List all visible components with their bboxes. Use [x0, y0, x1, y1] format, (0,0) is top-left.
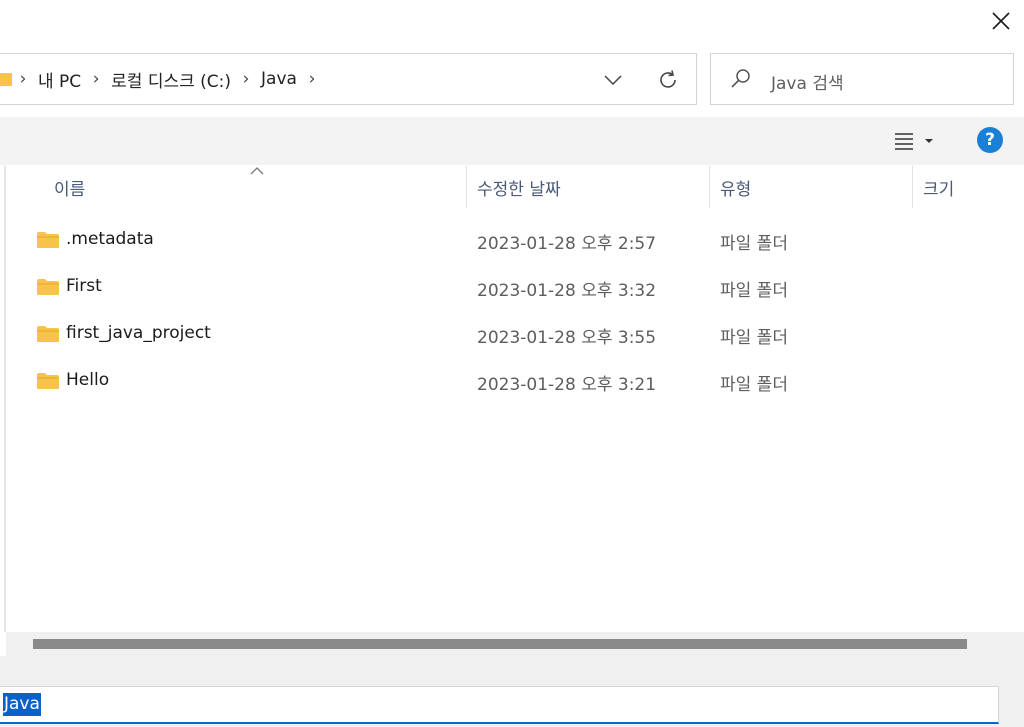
- list-item[interactable]: First 2023-01-28 오후 3:32 파일 폴더: [6, 263, 1024, 310]
- breadcrumb-item-java[interactable]: Java: [257, 69, 301, 89]
- sort-ascending-icon: [250, 167, 264, 175]
- command-bar: ?: [0, 117, 1024, 165]
- breadcrumb: › 내 PC › 로컬 디스크 (C:) › Java ›: [0, 54, 323, 104]
- close-button[interactable]: [982, 4, 1020, 38]
- search-input[interactable]: Java 검색: [771, 69, 844, 94]
- search-icon: [731, 69, 750, 88]
- folder-icon: [37, 373, 59, 389]
- title-bar: [0, 0, 1024, 42]
- folder-icon: [37, 326, 59, 342]
- close-icon: [992, 12, 1010, 30]
- column-header-name[interactable]: 이름: [54, 166, 85, 208]
- file-date: 2023-01-28 오후 3:55: [477, 328, 657, 348]
- breadcrumb-item-my-pc[interactable]: 내 PC: [34, 67, 85, 92]
- file-name-selected-text[interactable]: Java: [3, 693, 41, 716]
- view-options-button[interactable]: [884, 125, 944, 157]
- refresh-icon: [660, 70, 676, 88]
- breadcrumb-chevron-icon[interactable]: ›: [235, 69, 257, 89]
- column-header-type[interactable]: 유형: [720, 166, 751, 208]
- file-date: 2023-01-28 오후 3:32: [477, 281, 657, 301]
- file-name[interactable]: first_java_project: [66, 323, 211, 343]
- scrollbar-thumb[interactable]: [33, 639, 967, 649]
- file-name-input[interactable]: Java: [0, 686, 999, 724]
- view-options-icon: [895, 133, 913, 150]
- file-type: 파일 폴더: [720, 281, 788, 301]
- caret-down-icon: [925, 139, 933, 143]
- file-name[interactable]: .metadata: [66, 229, 154, 249]
- breadcrumb-chevron-icon[interactable]: ›: [85, 69, 107, 89]
- file-type: 파일 폴더: [720, 328, 788, 348]
- address-bar[interactable]: › 내 PC › 로컬 디스크 (C:) › Java ›: [0, 53, 697, 105]
- column-header-size[interactable]: 크기: [923, 166, 954, 208]
- address-history-dropdown[interactable]: [598, 66, 628, 94]
- help-button[interactable]: ?: [977, 127, 1003, 153]
- folder-icon: [37, 232, 59, 248]
- file-type: 파일 폴더: [720, 375, 788, 395]
- chevron-down-icon: [604, 75, 622, 85]
- horizontal-scrollbar[interactable]: [6, 632, 1024, 656]
- file-date: 2023-01-28 오후 3:21: [477, 375, 657, 395]
- list-item[interactable]: first_java_project 2023-01-28 오후 3:55 파일…: [6, 310, 1024, 357]
- list-item[interactable]: .metadata 2023-01-28 오후 2:57 파일 폴더: [6, 216, 1024, 263]
- breadcrumb-chevron-icon[interactable]: ›: [301, 69, 323, 89]
- column-header-date[interactable]: 수정한 날짜: [477, 166, 561, 208]
- column-divider[interactable]: [709, 166, 710, 208]
- column-divider[interactable]: [912, 166, 913, 208]
- folder-icon: [0, 73, 12, 86]
- file-name[interactable]: Hello: [66, 370, 109, 390]
- file-date: 2023-01-28 오후 2:57: [477, 234, 657, 254]
- refresh-button[interactable]: [652, 66, 684, 94]
- folder-icon: [37, 279, 59, 295]
- list-item[interactable]: Hello 2023-01-28 오후 3:21 파일 폴더: [6, 357, 1024, 404]
- breadcrumb-item-local-disk[interactable]: 로컬 디스크 (C:): [107, 67, 235, 92]
- breadcrumb-chevron-icon[interactable]: ›: [12, 69, 34, 89]
- search-box[interactable]: Java 검색: [710, 53, 1014, 105]
- file-list: 이름 수정한 날짜 유형 크기 .metadata 2023-01-28 오후 …: [4, 166, 1024, 632]
- file-type: 파일 폴더: [720, 234, 788, 254]
- file-name[interactable]: First: [66, 276, 102, 296]
- column-divider[interactable]: [466, 166, 467, 208]
